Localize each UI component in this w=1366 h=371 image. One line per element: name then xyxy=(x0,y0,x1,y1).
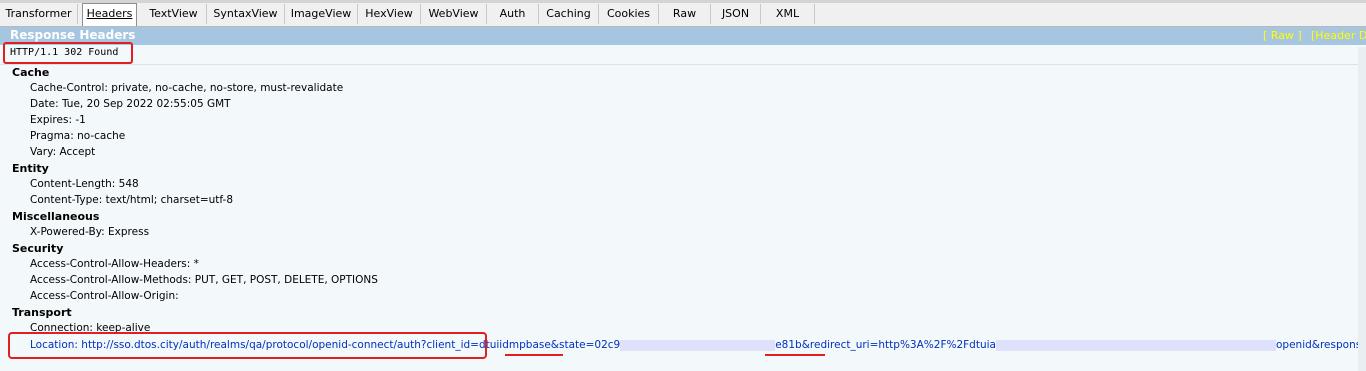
header-definitions-link[interactable]: [Header D xyxy=(1311,29,1366,42)
redacted-block xyxy=(620,339,776,351)
location-url-part: openid&response_type=code xyxy=(1275,339,1366,351)
header-row: Expires: -1 xyxy=(30,114,86,126)
header-row: Content-Type: text/html; charset=utf-8 xyxy=(30,194,234,206)
tab-textview[interactable]: TextView xyxy=(141,4,207,24)
header-row: Access-Control-Allow-Origin: xyxy=(30,290,179,302)
tab-xml[interactable]: XML xyxy=(761,4,815,24)
header-row: Vary: Accept xyxy=(30,146,96,158)
raw-link[interactable]: [ Raw ] xyxy=(1263,29,1302,42)
status-divider xyxy=(0,64,1366,65)
tab-auth[interactable]: Auth xyxy=(487,4,539,24)
header-row: Cache-Control: private, no-cache, no-sto… xyxy=(30,82,344,94)
header-row: Access-Control-Allow-Methods: PUT, GET, … xyxy=(30,274,378,286)
group-miscellaneous-title: Miscellaneous xyxy=(12,210,100,223)
response-headers-title: Response Headers xyxy=(10,28,136,42)
tab-caching[interactable]: Caching xyxy=(539,4,599,24)
header-row: Access-Control-Allow-Headers: * xyxy=(30,258,199,270)
tab-headers[interactable]: Headers xyxy=(82,3,137,26)
header-row: Pragma: no-cache xyxy=(30,130,126,142)
status-highlight-box xyxy=(3,42,133,64)
header-row: Content-Length: 548 xyxy=(30,178,139,190)
tab-hexview[interactable]: HexView xyxy=(358,4,421,24)
group-transport-title: Transport xyxy=(12,306,72,319)
tab-bar: Transformer Headers TextView SyntaxView … xyxy=(0,0,1366,27)
redacted-block xyxy=(995,339,1276,351)
tab-bar-top-border xyxy=(0,0,1366,3)
tab-webview[interactable]: WebView xyxy=(421,4,487,24)
location-highlight-box xyxy=(8,332,487,359)
tab-imageview[interactable]: ImageView xyxy=(285,4,358,24)
state-underline xyxy=(505,354,563,356)
tab-json[interactable]: JSON xyxy=(711,4,761,24)
group-cache-title: Cache xyxy=(12,66,50,79)
tab-cookies[interactable]: Cookies xyxy=(599,4,659,24)
redirect-uri-underline xyxy=(765,354,825,356)
tab-raw[interactable]: Raw xyxy=(659,4,711,24)
header-row: Date: Tue, 20 Sep 2022 02:55:05 GMT xyxy=(30,98,231,110)
vertical-scrollbar[interactable] xyxy=(1358,47,1366,371)
location-url-part: e81b&redirect_uri=http%3A%2F%2Fdtuia xyxy=(775,339,996,351)
group-entity-title: Entity xyxy=(12,162,49,175)
group-security-title: Security xyxy=(12,242,64,255)
response-headers-bar: Response Headers [ Raw ] [Header D xyxy=(0,27,1366,45)
tab-syntaxview[interactable]: SyntaxView xyxy=(207,4,285,24)
header-row: X-Powered-By: Express xyxy=(30,226,150,238)
tab-transformer[interactable]: Transformer xyxy=(0,4,78,24)
